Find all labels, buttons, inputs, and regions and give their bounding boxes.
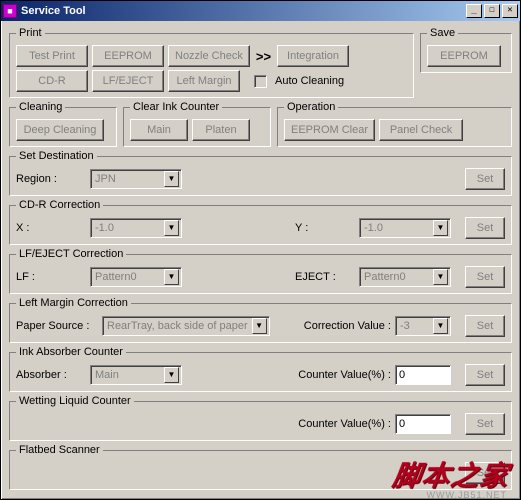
ink-counter-label: Counter Value(%) : xyxy=(298,369,391,381)
ink-absorber-group: Ink Absorber Counter Absorber : Main ▼ Co… xyxy=(9,346,512,392)
left-margin-correction-legend: Left Margin Correction xyxy=(16,297,131,309)
absorber-select[interactable]: Main ▼ xyxy=(90,365,182,385)
lf-label: LF : xyxy=(16,271,86,283)
eeprom-print-button[interactable]: EEPROM xyxy=(92,45,164,67)
correction-value: -3 xyxy=(400,320,410,332)
auto-cleaning-checkbox[interactable] xyxy=(254,75,267,88)
set-destination-set-button[interactable]: Set xyxy=(465,168,505,190)
cdr-y-select[interactable]: -1.0 ▼ xyxy=(359,218,451,238)
set-destination-group: Set Destination Region : JPN ▼ Set xyxy=(9,150,512,196)
operation-group: Operation EEPROM Clear Panel Check xyxy=(277,101,512,147)
clear-ink-group: Clear Ink Counter Main Platen xyxy=(123,101,271,147)
arrow-icon: >> xyxy=(254,49,273,64)
print-group: Print Test Print EEPROM Nozzle Check >> … xyxy=(9,27,414,98)
window-title: Service Tool xyxy=(21,5,464,17)
content-area: Print Test Print EEPROM Nozzle Check >> … xyxy=(1,21,520,497)
print-legend: Print xyxy=(16,27,45,39)
cdr-correction-legend: CD-R Correction xyxy=(16,199,103,211)
wetting-counter-label: Counter Value(%) : xyxy=(298,418,391,430)
lfeject-set-button[interactable]: Set xyxy=(465,266,505,288)
auto-cleaning-label: Auto Cleaning xyxy=(275,75,344,87)
lfeject-correction-legend: LF/EJECT Correction xyxy=(16,248,126,260)
deep-cleaning-button[interactable]: Deep Cleaning xyxy=(16,119,104,141)
region-value: JPN xyxy=(95,173,116,185)
region-label: Region : xyxy=(16,173,86,185)
save-eeprom-button[interactable]: EEPROM xyxy=(427,45,501,67)
correction-value-label: Correction Value : xyxy=(304,320,391,332)
integration-button[interactable]: Integration xyxy=(277,45,349,67)
paper-source-label: Paper Source : xyxy=(16,320,98,332)
chevron-down-icon: ▼ xyxy=(252,318,267,334)
cd-r-button[interactable]: CD-R xyxy=(16,70,88,92)
chevron-down-icon: ▼ xyxy=(433,220,448,236)
ink-absorber-set-button[interactable]: Set xyxy=(465,364,505,386)
lf-value: Pattern0 xyxy=(95,271,137,283)
clear-ink-main-button[interactable]: Main xyxy=(130,119,188,141)
cdr-y-label: Y : xyxy=(295,222,355,234)
flatbed-scanner-legend: Flatbed Scanner xyxy=(16,444,103,456)
app-window: ■ Service Tool _ ☐ ✕ Print Test Print EE… xyxy=(0,0,521,500)
wetting-counter-value: 0 xyxy=(399,418,405,430)
paper-source-select[interactable]: RearTray, back side of paper ▼ xyxy=(102,316,270,336)
panel-check-button[interactable]: Panel Check xyxy=(379,119,463,141)
flatbed-scanner-group: Flatbed Scanner Set xyxy=(9,444,512,490)
wetting-liquid-group: Wetting Liquid Counter Counter Value(%) … xyxy=(9,395,512,441)
chevron-down-icon: ▼ xyxy=(433,269,448,285)
chevron-down-icon: ▼ xyxy=(164,171,179,187)
save-legend: Save xyxy=(427,27,458,39)
lf-select[interactable]: Pattern0 ▼ xyxy=(90,267,182,287)
close-button[interactable]: ✕ xyxy=(502,4,518,18)
set-destination-legend: Set Destination xyxy=(16,150,97,162)
left-margin-correction-group: Left Margin Correction Paper Source : Re… xyxy=(9,297,512,343)
wetting-set-button[interactable]: Set xyxy=(465,413,505,435)
app-icon: ■ xyxy=(3,4,17,18)
ink-absorber-legend: Ink Absorber Counter xyxy=(16,346,126,358)
chevron-down-icon: ▼ xyxy=(164,367,179,383)
wetting-counter-input[interactable]: 0 xyxy=(395,414,451,434)
cleaning-legend: Cleaning xyxy=(16,101,65,113)
clear-ink-legend: Clear Ink Counter xyxy=(130,101,222,113)
cdr-x-value: -1.0 xyxy=(95,222,114,234)
clear-ink-platen-button[interactable]: Platen xyxy=(192,119,250,141)
left-margin-button[interactable]: Left Margin xyxy=(168,70,240,92)
test-print-button[interactable]: Test Print xyxy=(16,45,88,67)
wetting-liquid-legend: Wetting Liquid Counter xyxy=(16,395,134,407)
left-margin-set-button[interactable]: Set xyxy=(465,315,505,337)
flatbed-set-button[interactable]: Set xyxy=(465,462,505,484)
eeprom-clear-button[interactable]: EEPROM Clear xyxy=(284,119,375,141)
cdr-y-value: -1.0 xyxy=(364,222,383,234)
cdr-correction-group: CD-R Correction X : -1.0 ▼ Y : -1.0 ▼ Set xyxy=(9,199,512,245)
cleaning-group: Cleaning Deep Cleaning xyxy=(9,101,117,147)
absorber-value: Main xyxy=(95,369,119,381)
lf-eject-button[interactable]: LF/EJECT xyxy=(92,70,164,92)
eject-value: Pattern0 xyxy=(364,271,406,283)
eject-select[interactable]: Pattern0 ▼ xyxy=(359,267,451,287)
cdr-set-button[interactable]: Set xyxy=(465,217,505,239)
chevron-down-icon: ▼ xyxy=(164,220,179,236)
absorber-label: Absorber : xyxy=(16,369,86,381)
maximize-button[interactable]: ☐ xyxy=(484,4,500,18)
minimize-button[interactable]: _ xyxy=(466,4,482,18)
nozzle-check-button[interactable]: Nozzle Check xyxy=(168,45,250,67)
save-group: Save EEPROM xyxy=(420,27,512,73)
ink-counter-input[interactable]: 0 xyxy=(395,365,451,385)
ink-counter-value: 0 xyxy=(399,369,405,381)
eject-label: EJECT : xyxy=(295,271,355,283)
lfeject-correction-group: LF/EJECT Correction LF : Pattern0 ▼ EJECT… xyxy=(9,248,512,294)
titlebar: ■ Service Tool _ ☐ ✕ xyxy=(1,1,520,21)
cdr-x-label: X : xyxy=(16,222,86,234)
paper-source-value: RearTray, back side of paper xyxy=(107,320,248,332)
cdr-x-select[interactable]: -1.0 ▼ xyxy=(90,218,182,238)
operation-legend: Operation xyxy=(284,101,338,113)
region-select[interactable]: JPN ▼ xyxy=(90,169,182,189)
chevron-down-icon: ▼ xyxy=(433,318,448,334)
correction-value-select[interactable]: -3 ▼ xyxy=(395,316,451,336)
chevron-down-icon: ▼ xyxy=(164,269,179,285)
